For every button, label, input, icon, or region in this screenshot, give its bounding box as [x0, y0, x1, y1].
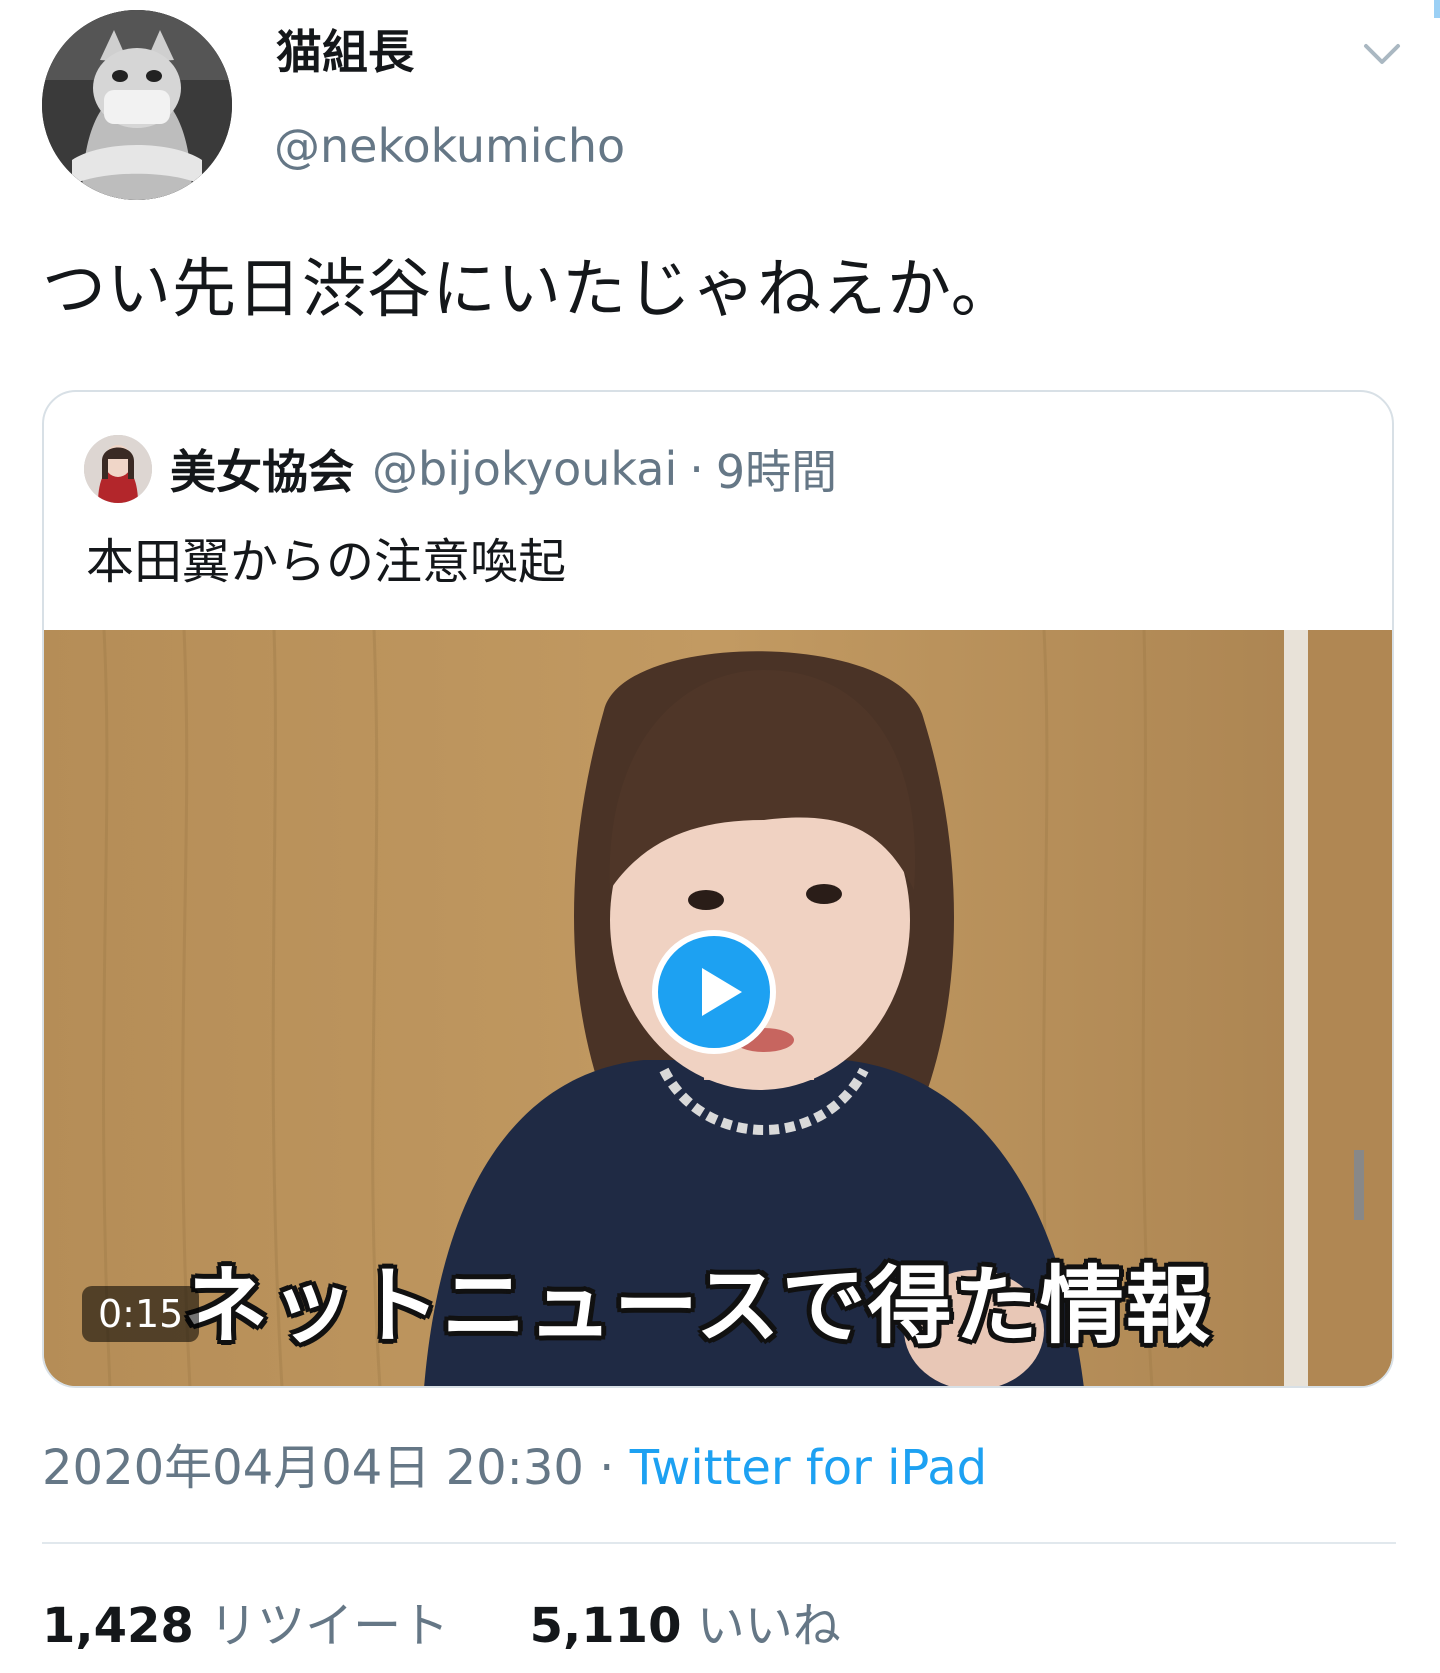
- quoted-tweet-header: 美女協会 @bijokyoukai · 9時間: [84, 432, 837, 506]
- cat-avatar-image: [42, 10, 232, 200]
- likes-label[interactable]: いいね: [697, 1598, 841, 1654]
- quoted-author-name[interactable]: 美女協会: [170, 436, 354, 502]
- divider: [42, 1542, 1396, 1544]
- quoted-avatar-image: [84, 435, 152, 503]
- quoted-author-avatar[interactable]: [84, 435, 152, 503]
- tweet-datetime[interactable]: 2020年04月04日 20:30: [42, 1440, 584, 1496]
- tweet-source-link[interactable]: Twitter for iPad: [630, 1440, 987, 1496]
- retweets-count[interactable]: 1,428: [42, 1598, 194, 1654]
- quoted-author-handle[interactable]: @bijokyoukai: [372, 442, 677, 496]
- play-button[interactable]: [652, 930, 776, 1054]
- tweet-text: つい先日渋谷にいたじゃねえか。: [42, 253, 1016, 327]
- scroll-indicator[interactable]: [1434, 0, 1440, 18]
- retweets-label[interactable]: リツイート: [209, 1598, 449, 1654]
- play-icon: [702, 968, 742, 1016]
- tweet-meta: 2020年04月04日 20:30 · Twitter for iPad: [42, 1436, 987, 1500]
- chevron-down-icon[interactable]: [1360, 34, 1404, 72]
- meta-separator: ·: [599, 1440, 615, 1496]
- author-name[interactable]: 猫組長: [276, 22, 414, 82]
- likes-count[interactable]: 5,110: [530, 1598, 682, 1654]
- quoted-timestamp[interactable]: 9時間: [716, 436, 837, 502]
- video-player[interactable]: ネットニュースで得た情報 0:15: [44, 630, 1392, 1386]
- author-handle[interactable]: @nekokumicho: [274, 116, 625, 176]
- tweet-stats: 1,428 リツイート 5,110 いいね: [42, 1594, 841, 1658]
- video-caption: ネットニュースで得た情報: [184, 1257, 1212, 1355]
- quoted-tweet-card[interactable]: 美女協会 @bijokyoukai · 9時間 本田翼からの注意喚起 ネットニュ…: [42, 390, 1394, 1388]
- author-avatar[interactable]: [42, 10, 232, 200]
- quoted-separator: ·: [689, 442, 704, 496]
- quoted-tweet-text: 本田翼からの注意喚起: [86, 534, 567, 590]
- video-duration-badge: 0:15: [82, 1286, 200, 1342]
